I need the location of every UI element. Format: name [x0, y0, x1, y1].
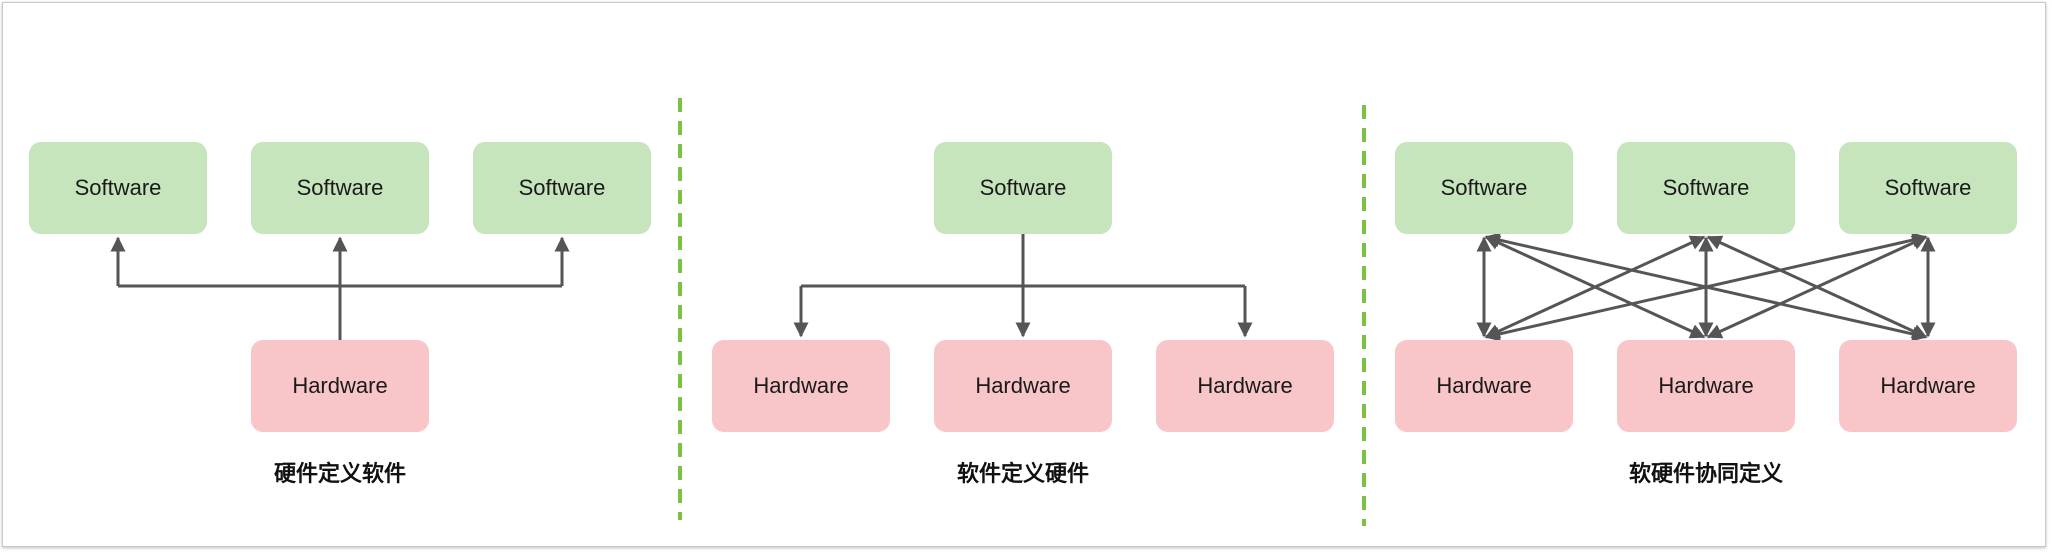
panel1-hardware-box-1: Hardware	[251, 340, 429, 432]
panel3-hardware-box-2: Hardware	[1617, 340, 1795, 432]
panel3-software-box-2: Software	[1617, 142, 1795, 234]
panel3-connectors	[1476, 232, 1936, 342]
panel2-connectors	[793, 234, 1253, 338]
panel3-software-box-1: Software	[1395, 142, 1573, 234]
panel1-connectors	[110, 236, 570, 340]
panel1-software-box-2: Software	[251, 142, 429, 234]
panel3-hardware-box-3: Hardware	[1839, 340, 2017, 432]
panel1-caption: 硬件定义软件	[273, 462, 406, 487]
panel1-software-box-3: Software	[473, 142, 651, 234]
panel1-software-box-1: Software	[29, 142, 207, 234]
panel3-caption: 软硬件协同定义	[1628, 462, 1783, 487]
panel2-hardware-box-2: Hardware	[934, 340, 1112, 432]
panel2-software-box-1: Software	[934, 142, 1112, 234]
panel2-hardware-box-1: Hardware	[712, 340, 890, 432]
panel3-software-box-3: Software	[1839, 142, 2017, 234]
panel2-hardware-box-3: Hardware	[1156, 340, 1334, 432]
panel3-hardware-box-1: Hardware	[1395, 340, 1573, 432]
panel2-caption: 软件定义硬件	[956, 462, 1089, 487]
